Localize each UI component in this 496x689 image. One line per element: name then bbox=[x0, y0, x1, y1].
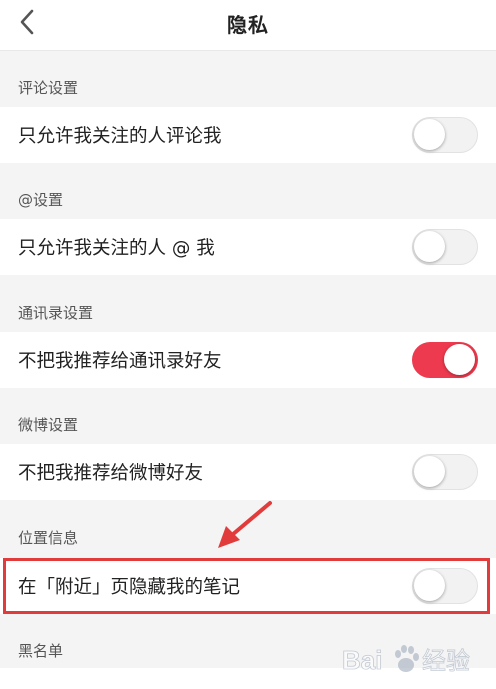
settings-row-contacts[interactable]: 不把我推荐给通讯录好友 bbox=[0, 332, 496, 388]
mention-toggle[interactable] bbox=[412, 229, 478, 265]
toggle-knob bbox=[414, 570, 445, 601]
contacts-toggle[interactable] bbox=[412, 342, 478, 378]
comment-toggle[interactable] bbox=[412, 117, 478, 153]
row-label: 在「附近」页隐藏我的笔记 bbox=[18, 577, 241, 598]
settings-row-mention[interactable]: 只允许我关注的人 @ 我 bbox=[0, 219, 496, 275]
settings-row-weibo[interactable]: 不把我推荐给微博好友 bbox=[0, 444, 496, 500]
settings-row-location[interactable]: 在「附近」页隐藏我的笔记 bbox=[0, 558, 496, 614]
navigation-bar: 隐私 bbox=[0, 0, 496, 51]
section-header-contacts: 通讯录设置 bbox=[18, 304, 94, 322]
row-label: 只允许我关注的人 @ 我 bbox=[18, 238, 215, 259]
section-header-blacklist: 黑名单 bbox=[18, 642, 64, 660]
row-label: 不把我推荐给通讯录好友 bbox=[18, 351, 222, 372]
toggle-knob bbox=[414, 456, 445, 487]
row-label: 只允许我关注的人评论我 bbox=[18, 126, 222, 147]
section-header-mention: @设置 bbox=[18, 191, 64, 209]
weibo-toggle[interactable] bbox=[412, 454, 478, 490]
toggle-knob bbox=[414, 231, 445, 262]
row-label: 不把我推荐给微博好友 bbox=[18, 463, 204, 484]
section-header-comment: 评论设置 bbox=[18, 79, 79, 97]
page-title: 隐私 bbox=[227, 13, 269, 37]
blacklist-row[interactable] bbox=[0, 668, 496, 689]
toggle-knob bbox=[444, 344, 475, 375]
section-header-location: 位置信息 bbox=[18, 529, 79, 547]
toggle-knob bbox=[414, 119, 445, 150]
location-toggle[interactable] bbox=[412, 568, 478, 604]
section-header-weibo: 微博设置 bbox=[18, 416, 79, 434]
settings-row-comment[interactable]: 只允许我关注的人评论我 bbox=[0, 107, 496, 163]
